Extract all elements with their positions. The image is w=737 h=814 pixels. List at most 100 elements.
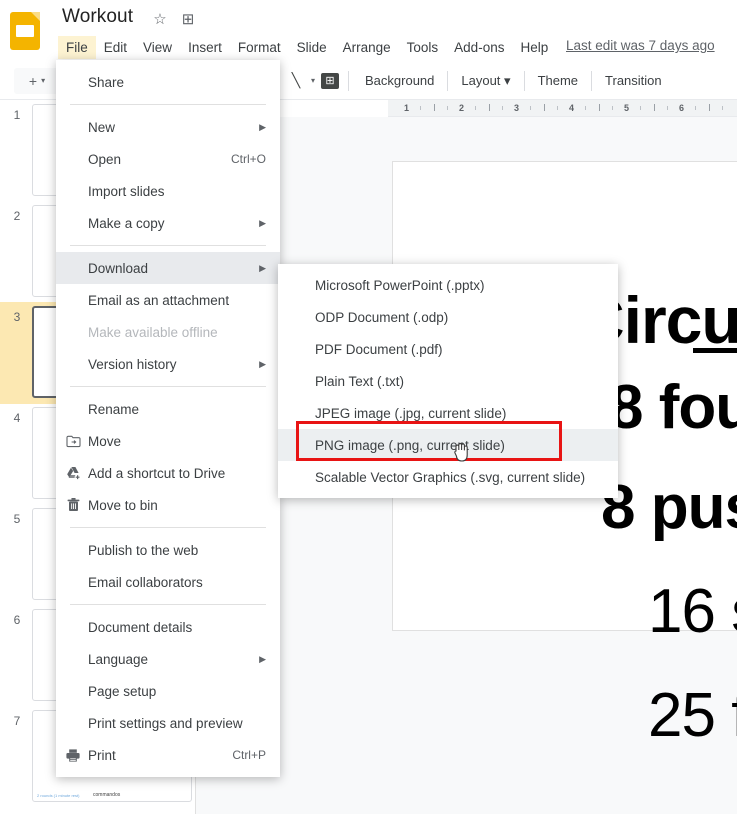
file-menu-item-rename[interactable]: Rename <box>56 393 280 425</box>
file-menu-item-language[interactable]: Language▶ <box>56 643 280 675</box>
last-edit-status[interactable]: Last edit was 7 days ago <box>566 38 715 53</box>
printer-icon <box>65 747 81 763</box>
menu-item-label: Print <box>88 748 116 763</box>
menu-item-shortcut: Ctrl+O <box>231 152 266 166</box>
menu-divider <box>70 104 266 105</box>
menu-format[interactable]: Format <box>230 36 289 59</box>
toolbar-divider-2 <box>348 71 349 91</box>
file-menu-item-print-settings-and-preview[interactable]: Print settings and preview <box>56 707 280 739</box>
download-submenu[interactable]: Microsoft PowerPoint (.pptx)ODP Document… <box>278 264 618 498</box>
menu-edit[interactable]: Edit <box>96 36 135 59</box>
menu-item-label: Add a shortcut to Drive <box>88 466 225 481</box>
menu-item-label: Version history <box>88 357 177 372</box>
file-menu-item-add-a-shortcut-to-drive[interactable]: Add a shortcut to Drive <box>56 457 280 489</box>
menu-item-label: Make a copy <box>88 216 165 231</box>
file-menu-item-move[interactable]: Move <box>56 425 280 457</box>
menu-divider <box>70 386 266 387</box>
download-option-odp-document-odp[interactable]: ODP Document (.odp) <box>278 301 618 333</box>
theme-button[interactable]: Theme <box>529 69 587 92</box>
ruler-tick <box>530 106 531 110</box>
file-menu-item-page-setup[interactable]: Page setup <box>56 675 280 707</box>
file-menu-item-share[interactable]: Share <box>56 66 280 98</box>
file-menu-item-make-a-copy[interactable]: Make a copy▶ <box>56 207 280 239</box>
menu-arrange[interactable]: Arrange <box>335 36 399 59</box>
file-menu-item-email-collaborators[interactable]: Email collaborators <box>56 566 280 598</box>
menu-item-label: Share <box>88 75 124 90</box>
ruler-tick <box>612 106 613 110</box>
slide-title-underline <box>693 348 737 353</box>
download-option-plain-text-txt[interactable]: Plain Text (.txt) <box>278 365 618 397</box>
ruler-label-3: 3 <box>514 103 519 113</box>
ruler-label-4: 4 <box>569 103 574 113</box>
menu-item-label: Make available offline <box>88 325 218 340</box>
menu-insert[interactable]: Insert <box>180 36 230 59</box>
background-button[interactable]: Background <box>356 69 443 92</box>
file-menu-item-publish-to-the-web[interactable]: Publish to the web <box>56 534 280 566</box>
drive-shortcut-icon <box>65 465 81 481</box>
slide-number: 2 <box>8 209 26 223</box>
ruler-tick <box>585 106 586 110</box>
menu-help[interactable]: Help <box>512 36 556 59</box>
comment-icon[interactable]: ⊞ <box>321 73 339 89</box>
file-menu-item-move-to-bin[interactable]: Move to bin <box>56 489 280 521</box>
download-option-scalable-vector-graphics-svg-current-slide[interactable]: Scalable Vector Graphics (.svg, current … <box>278 461 618 493</box>
file-menu-item-import-slides[interactable]: Import slides <box>56 175 280 207</box>
file-menu-dropdown[interactable]: Share New ▶ OpenCtrl+O Import slides Make a c… <box>56 60 280 777</box>
menu-add-ons[interactable]: Add-ons <box>446 36 512 59</box>
file-menu-item-new[interactable]: New ▶ <box>56 111 280 143</box>
ruler-label-1: 1 <box>404 103 409 113</box>
menu-item-label: Move <box>88 434 121 449</box>
menu-item-label: Email as an attachment <box>88 293 229 308</box>
menu-item-label: New <box>88 120 115 135</box>
download-option-pdf-document-pdf[interactable]: PDF Document (.pdf) <box>278 333 618 365</box>
slide-number: 3 <box>8 310 26 324</box>
mouse-cursor-icon <box>453 442 471 464</box>
trash-icon <box>65 497 81 513</box>
file-menu-item-print[interactable]: PrintCtrl+P <box>56 739 280 771</box>
menu-item-label: Import slides <box>88 184 165 199</box>
ruler-label-2: 2 <box>459 103 464 113</box>
transition-button[interactable]: Transition <box>596 69 671 92</box>
star-icon[interactable]: ☆ <box>150 10 170 30</box>
file-menu-item-email-as-an-attachment[interactable]: Email as an attachment <box>56 284 280 316</box>
ruler-tick <box>420 106 421 110</box>
toolbar-divider <box>524 71 525 91</box>
ruler-tick <box>489 104 490 111</box>
new-slide-button[interactable]: + ▾ <box>14 68 60 94</box>
menu-view[interactable]: View <box>135 36 180 59</box>
ruler-tick <box>722 106 723 110</box>
menu-item-label: Document details <box>88 620 192 635</box>
chevron-down-icon[interactable]: ▾ <box>307 76 319 85</box>
ruler-tick <box>544 104 545 111</box>
slide-line-2: 8 four <box>609 372 737 443</box>
ruler-tick <box>695 106 696 110</box>
toolbar-divider <box>591 71 592 91</box>
file-menu-item-version-history[interactable]: Version history▶ <box>56 348 280 380</box>
horizontal-ruler[interactable]: 123456 <box>388 100 737 117</box>
layout-button[interactable]: Layout ▾ <box>452 69 519 93</box>
ruler-label-6: 6 <box>679 103 684 113</box>
thumbnail-footer-left: 2 rounds (1 minute rest) <box>37 793 79 798</box>
download-option-png-image-png-current-slide[interactable]: PNG image (.png, current slide) <box>278 429 618 461</box>
slide-number: 7 <box>8 714 26 728</box>
ruler-tick <box>502 106 503 110</box>
line-icon[interactable]: ╲ <box>285 69 307 93</box>
download-option-microsoft-powerpoint-pptx[interactable]: Microsoft PowerPoint (.pptx) <box>278 269 618 301</box>
chevron-right-icon: ▶ <box>259 263 266 274</box>
menu-divider <box>70 604 266 605</box>
slides-app-window: Workout ☆ ⊞ FileEditViewInsertFormatSlid… <box>0 0 737 814</box>
menu-tools[interactable]: Tools <box>399 36 447 59</box>
file-menu-item-download[interactable]: Download▶ <box>56 252 280 284</box>
file-menu-item-document-details[interactable]: Document details <box>56 611 280 643</box>
file-menu-item-open[interactable]: OpenCtrl+O <box>56 143 280 175</box>
ruler-tick <box>434 104 435 111</box>
menu-item-label: Page setup <box>88 684 156 699</box>
chevron-right-icon: ▶ <box>259 122 266 133</box>
move-to-folder-icon[interactable]: ⊞ <box>178 10 198 30</box>
slide-line-3: 8 push ups <box>601 472 737 543</box>
ruler-tick <box>654 104 655 111</box>
menu-file[interactable]: File <box>58 36 96 59</box>
menu-slide[interactable]: Slide <box>289 36 335 59</box>
document-title[interactable]: Workout <box>62 6 133 28</box>
download-option-jpeg-image-jpg-current-slide[interactable]: JPEG image (.jpg, current slide) <box>278 397 618 429</box>
